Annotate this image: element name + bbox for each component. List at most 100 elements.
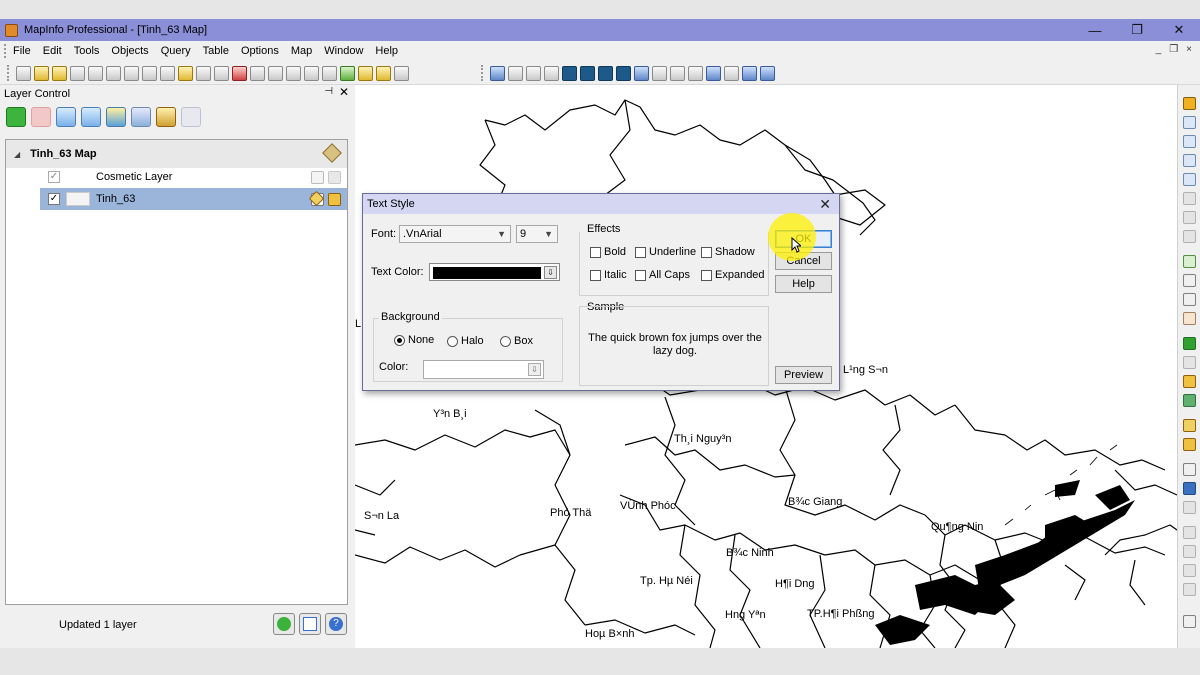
polygon-icon[interactable] [562,65,577,81]
hotlink-icon[interactable] [1183,356,1196,369]
mdi-restore-button[interactable]: ❐ [1169,44,1178,55]
move-down-icon[interactable] [81,107,101,127]
help-button[interactable]: Help [775,275,832,293]
cosmetic-selectable-icon[interactable] [328,170,341,184]
cosmetic-editable-icon[interactable] [311,170,324,184]
bg-none-radio[interactable]: None [394,334,434,346]
paste-icon[interactable] [286,65,301,81]
marquee-select-icon[interactable] [1183,116,1196,129]
label-properties-icon[interactable] [156,107,176,127]
mdi-close-button[interactable]: × [1186,44,1192,55]
change-view-icon[interactable] [1183,293,1196,306]
set-target-icon[interactable] [1183,526,1196,539]
dropdown-arrow-icon[interactable]: ⇩ [528,363,541,376]
layer-properties-icon[interactable] [106,107,126,127]
erase-icon[interactable] [1183,564,1196,577]
restore-button[interactable]: ❐ [1116,19,1158,41]
print-icon[interactable] [196,65,211,81]
printer-icon[interactable] [214,65,229,81]
text-icon[interactable] [634,65,649,81]
save-copy-icon[interactable] [88,65,103,81]
font-select[interactable]: .VnArial ▼ [399,225,511,243]
split-icon[interactable] [1183,545,1196,558]
new-layout-icon[interactable] [376,65,391,81]
display-properties-icon[interactable] [131,107,151,127]
layer-row-cosmetic[interactable]: ✓ Cosmetic Layer [40,166,347,188]
radius-select-icon[interactable] [1183,135,1196,148]
tree-map-node[interactable]: ◢ Tinh_63 Map [6,140,347,168]
invert-selection-icon[interactable] [1183,211,1196,224]
redistrict-icon[interactable] [394,65,409,81]
polygon-select-icon[interactable] [1183,154,1196,167]
arc-icon[interactable] [544,65,559,81]
graph-select-icon[interactable] [1183,230,1196,243]
close-window-button[interactable]: ✕ [1158,19,1200,41]
symbol-style-icon[interactable] [706,65,721,81]
drag-map-icon[interactable] [1183,394,1196,407]
document-icon[interactable] [1183,615,1196,628]
apply-button[interactable] [273,613,295,635]
bg-halo-radio[interactable]: Halo [447,335,484,347]
overlay-icon[interactable] [1183,583,1196,596]
menu-objects[interactable]: Objects [105,45,154,57]
zoom-out-icon[interactable] [1183,274,1196,287]
legend-icon[interactable] [1183,463,1196,476]
find-icon[interactable] [124,65,139,81]
save-icon[interactable] [70,65,85,81]
rounded-rectangle-icon[interactable] [616,65,631,81]
layer-row-tinh63[interactable]: ✓ Tinh_63 [40,188,347,210]
collapse-arrow-icon[interactable]: ◢ [14,150,20,159]
italic-checkbox[interactable]: Italic [590,269,627,281]
zoom-in-icon[interactable] [1183,255,1196,268]
new-mapper-icon[interactable] [340,65,355,81]
text-color-picker[interactable]: ⇩ [429,263,560,281]
move-up-icon[interactable] [56,107,76,127]
menu-file[interactable]: File [7,45,37,57]
line-style-icon[interactable] [724,65,739,81]
ellipse-icon[interactable] [580,65,595,81]
menu-table[interactable]: Table [197,45,235,57]
all-caps-checkbox[interactable]: All Caps [635,269,690,281]
remove-layer-icon[interactable] [31,107,51,127]
rectangle-icon[interactable] [598,65,613,81]
region-style-icon[interactable] [742,65,757,81]
pdf-icon[interactable] [232,65,247,81]
open-workspace-icon[interactable] [52,65,67,81]
save-workspace-icon[interactable] [142,65,157,81]
expanded-checkbox[interactable]: Expanded [701,269,765,281]
symbol-icon[interactable] [490,65,505,81]
open-icon[interactable] [34,65,49,81]
copy-icon[interactable] [268,65,283,81]
menu-tools[interactable]: Tools [68,45,106,57]
edit-style-icon[interactable] [181,107,201,127]
preview-button[interactable]: Preview [775,366,832,384]
info-tool-icon[interactable] [1183,337,1196,350]
new-browser-icon[interactable] [322,65,337,81]
underline-checkbox[interactable]: Underline [635,246,696,258]
shadow-checkbox[interactable]: Shadow [701,246,755,258]
menu-window[interactable]: Window [318,45,369,57]
frame-icon[interactable] [652,65,667,81]
font-size-select[interactable]: 9 ▼ [516,225,558,243]
clip-region-icon[interactable] [1183,501,1196,514]
boundary-select-icon[interactable] [1183,173,1196,186]
cosmetic-visibility-checkbox[interactable]: ✓ [48,171,60,183]
pin-icon[interactable]: ⊣ [324,86,333,97]
ok-button[interactable]: OK [775,230,832,248]
tinh63-visibility-checkbox[interactable]: ✓ [48,193,60,205]
text-style-icon[interactable] [760,65,775,81]
line-icon[interactable] [508,65,523,81]
mdi-minimize-button[interactable]: _ [1156,44,1162,55]
tinh63-selectable-icon[interactable] [328,192,341,206]
polyline-icon[interactable] [526,65,541,81]
menu-help[interactable]: Help [369,45,404,57]
menu-edit[interactable]: Edit [37,45,68,57]
layer-control-icon[interactable] [1183,419,1196,432]
minimize-button[interactable]: — [1074,19,1116,41]
dialog-close-icon[interactable]: ✕ [819,196,831,213]
new-icon[interactable] [16,65,31,81]
grabber-icon[interactable] [1183,312,1196,325]
add-layer-icon[interactable] [6,107,26,127]
new-grapher-icon[interactable] [358,65,373,81]
undo-icon[interactable] [304,65,319,81]
